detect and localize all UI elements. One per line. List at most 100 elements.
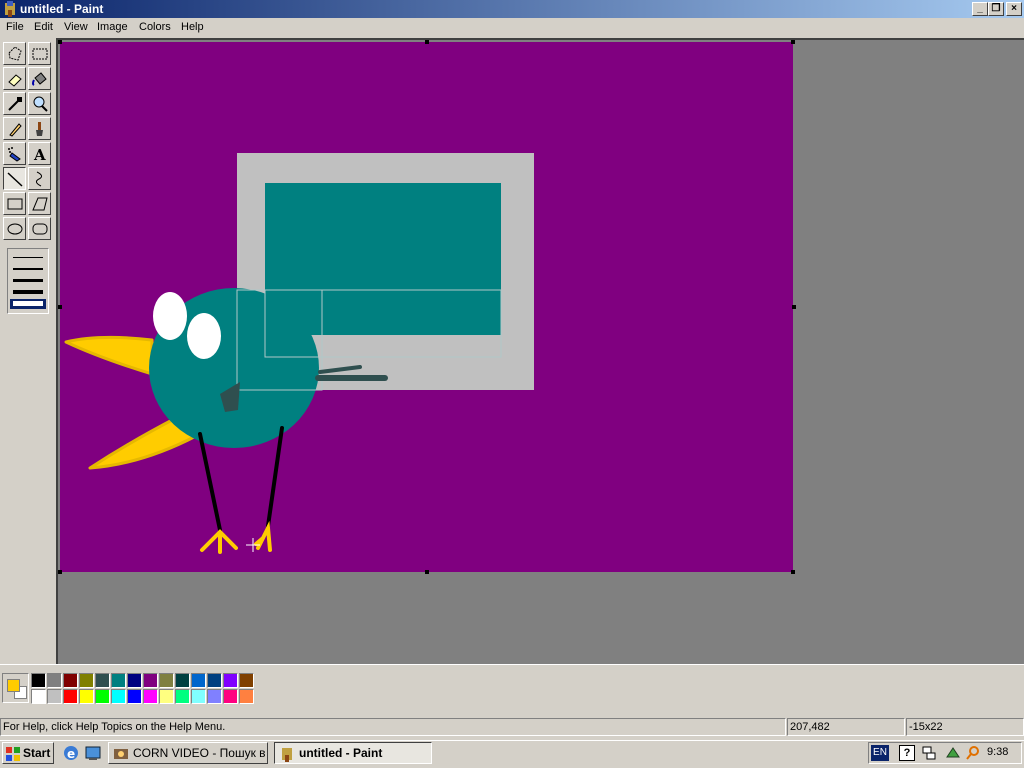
network-icon[interactable] xyxy=(921,745,937,761)
paint-brush-icon xyxy=(282,748,292,762)
rounded-rectangle-tool[interactable] xyxy=(28,217,51,240)
menu-view[interactable]: View xyxy=(64,21,88,33)
color-swatch[interactable] xyxy=(79,673,94,688)
pencil-tool[interactable] xyxy=(3,117,26,140)
menu-help[interactable]: Help xyxy=(181,21,204,33)
airbrush-icon xyxy=(8,147,21,162)
start-label: Start xyxy=(23,746,51,760)
resize-handle-br[interactable] xyxy=(791,570,795,574)
task-paint[interactable]: untitled - Paint xyxy=(274,742,432,764)
color-swatch[interactable] xyxy=(143,689,158,704)
line-width-3[interactable] xyxy=(13,279,43,282)
airbrush-tool[interactable] xyxy=(3,142,26,165)
color-swatch[interactable] xyxy=(191,689,206,704)
eyedropper-icon xyxy=(8,97,22,111)
color-swatch[interactable] xyxy=(159,689,174,704)
color-swatch[interactable] xyxy=(31,689,46,704)
polygon-icon xyxy=(32,197,48,211)
resize-handle-r[interactable] xyxy=(792,305,796,309)
color-swatch[interactable] xyxy=(63,689,78,704)
status-bar: For Help, click Help Topics on the Help … xyxy=(0,716,1024,738)
menu-edit[interactable]: Edit xyxy=(34,21,53,33)
line-width-1[interactable] xyxy=(13,257,43,258)
color-swatch[interactable] xyxy=(111,689,126,704)
help-icon[interactable]: ? xyxy=(899,745,915,761)
free-select-tool[interactable] xyxy=(3,42,26,65)
fill-tool[interactable] xyxy=(28,67,51,90)
color-swatch[interactable] xyxy=(223,673,238,688)
menu-bar: File Edit View Image Colors Help xyxy=(0,18,1024,38)
pick-color-tool[interactable] xyxy=(3,92,26,115)
status-size: -15x22 xyxy=(906,718,1024,736)
drawing-canvas[interactable] xyxy=(60,42,793,572)
text-tool[interactable]: A xyxy=(28,142,51,165)
color-swatch[interactable] xyxy=(127,689,142,704)
color-swatch[interactable] xyxy=(191,673,206,688)
paint-brush-icon[interactable] xyxy=(2,1,18,17)
ellipse-tool[interactable] xyxy=(3,217,26,240)
rectangle-tool[interactable] xyxy=(3,192,26,215)
ie-icon[interactable]: e xyxy=(62,744,80,762)
color-swatch[interactable] xyxy=(175,673,190,688)
brush-icon xyxy=(36,122,43,136)
show-desktop-icon[interactable] xyxy=(84,744,102,762)
rect-select-icon xyxy=(32,48,48,60)
menu-image[interactable]: Image xyxy=(97,21,128,33)
line-width-2[interactable] xyxy=(13,268,43,270)
polygon-tool[interactable] xyxy=(28,192,51,215)
line-width-options xyxy=(7,248,49,314)
color-swatch[interactable] xyxy=(223,689,238,704)
restore-button[interactable]: ❐ xyxy=(988,2,1004,16)
search-icon[interactable] xyxy=(965,745,981,761)
bird-eye-left xyxy=(153,292,187,340)
resize-handle-bl xyxy=(58,570,62,574)
browser-icon xyxy=(114,749,128,759)
menu-colors[interactable]: Colors xyxy=(139,21,171,33)
color-swatch[interactable] xyxy=(239,673,254,688)
close-button[interactable]: × xyxy=(1006,2,1022,16)
bird-eye-right xyxy=(187,313,221,359)
select-tool[interactable] xyxy=(28,42,51,65)
color-swatch[interactable] xyxy=(159,673,174,688)
color-swatch[interactable] xyxy=(63,673,78,688)
task-label: untitled - Paint xyxy=(299,746,383,760)
tray-app-icon[interactable] xyxy=(945,745,961,761)
clock[interactable]: 9:38 xyxy=(987,746,1008,758)
menu-file[interactable]: File xyxy=(6,21,24,33)
line-width-4[interactable] xyxy=(13,290,43,294)
color-swatch[interactable] xyxy=(79,689,94,704)
toolbox: A xyxy=(0,38,56,664)
color-swatch[interactable] xyxy=(47,673,62,688)
color-swatch[interactable] xyxy=(207,689,222,704)
status-help-text: For Help, click Help Topics on the Help … xyxy=(0,718,786,736)
start-button[interactable]: Start xyxy=(2,742,54,764)
resize-handle-tr xyxy=(791,40,795,44)
color-swatch[interactable] xyxy=(111,673,126,688)
svg-text:A: A xyxy=(33,146,46,163)
color-swatch[interactable] xyxy=(175,689,190,704)
task-corn-video[interactable]: CORN VIDEO - Пошук в ... xyxy=(108,742,268,764)
minimize-button[interactable]: _ xyxy=(972,2,988,16)
status-coordinates: 207,482 xyxy=(787,718,905,736)
line-width-5-selected[interactable] xyxy=(10,299,46,309)
curve-tool[interactable] xyxy=(28,167,51,190)
color-swatch[interactable] xyxy=(95,673,110,688)
ellipse-icon xyxy=(7,223,23,235)
brush-tool[interactable] xyxy=(28,117,51,140)
title-bar[interactable]: untitled - Paint _ ❐ × xyxy=(0,0,1024,18)
resize-handle-tl xyxy=(58,40,62,44)
color-swatch[interactable] xyxy=(95,689,110,704)
resize-handle-b[interactable] xyxy=(425,570,429,574)
color-swatch[interactable] xyxy=(127,673,142,688)
eraser-tool[interactable] xyxy=(3,67,26,90)
language-indicator[interactable]: EN xyxy=(871,745,889,761)
color-swatch[interactable] xyxy=(143,673,158,688)
color-swatch[interactable] xyxy=(207,673,222,688)
magnifier-tool[interactable] xyxy=(28,92,51,115)
eraser-icon xyxy=(8,74,22,87)
color-swatch[interactable] xyxy=(239,689,254,704)
line-tool[interactable] xyxy=(3,167,26,190)
color-swatch[interactable] xyxy=(31,673,46,688)
color-swatch[interactable] xyxy=(47,689,62,704)
rounded-rect-icon xyxy=(32,223,48,235)
